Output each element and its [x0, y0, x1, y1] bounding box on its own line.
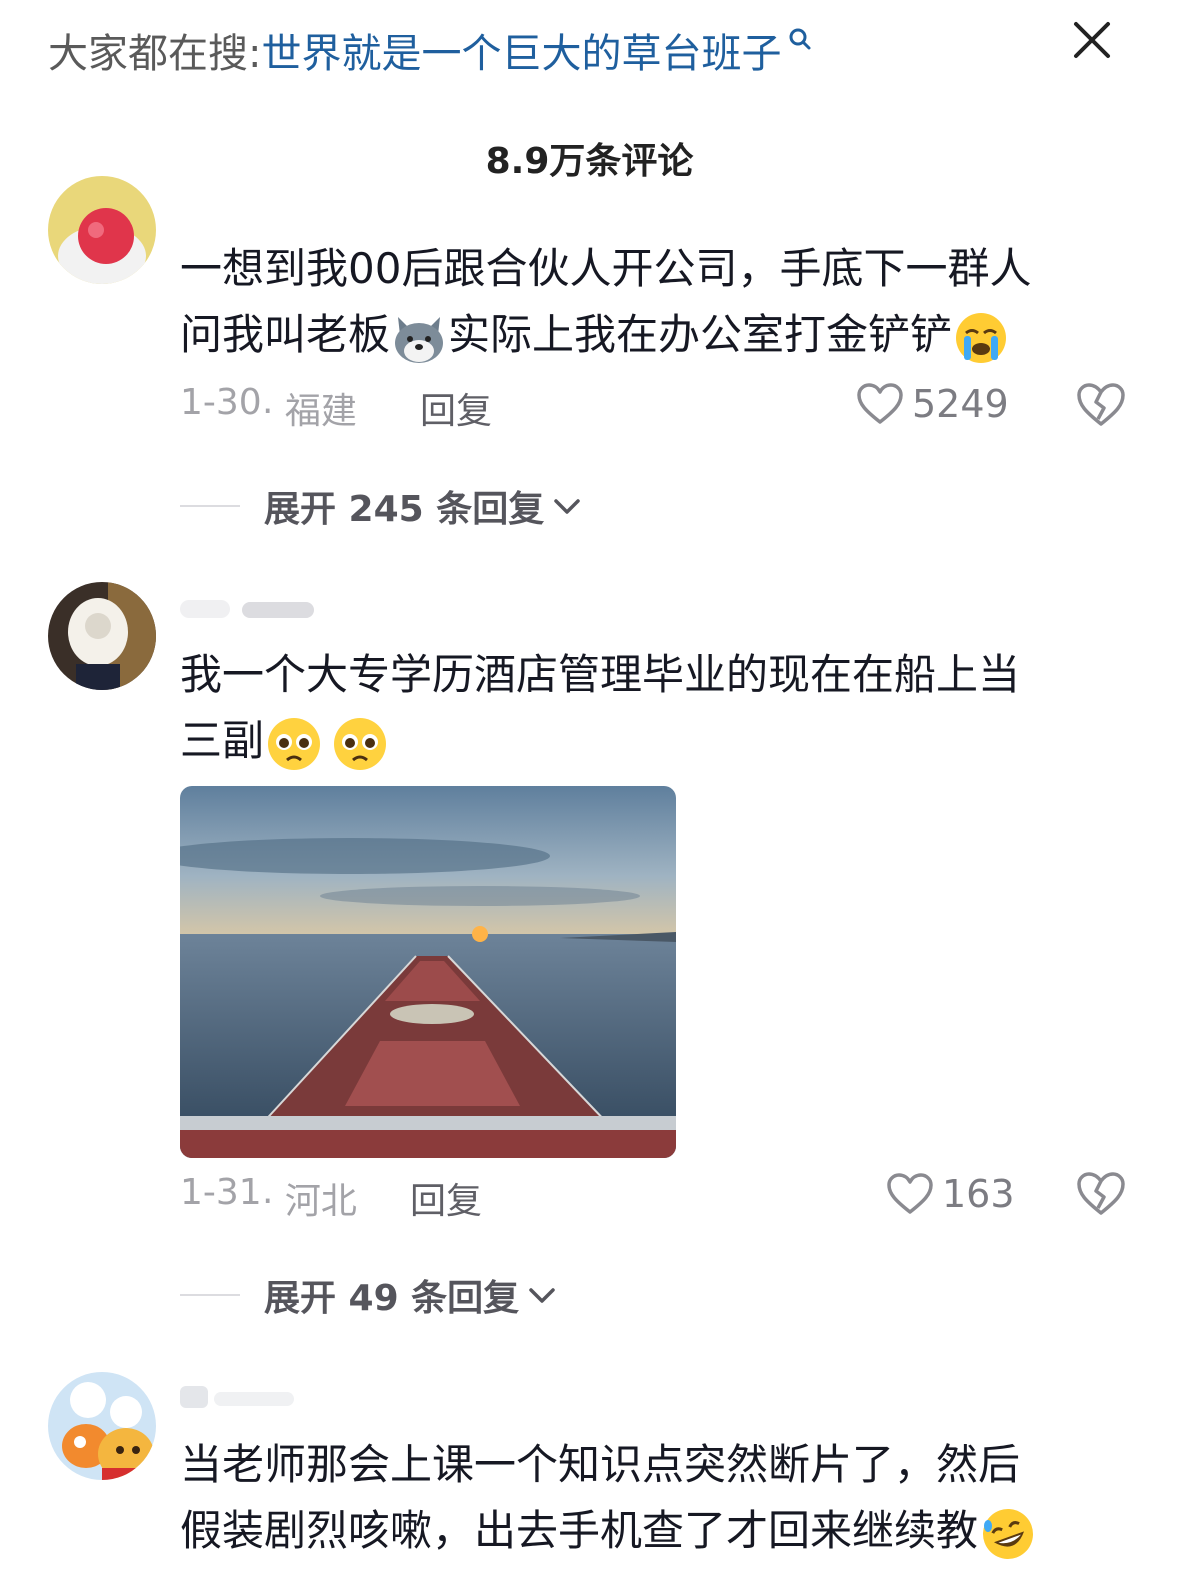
comment-location: · 河北 — [262, 1181, 357, 1222]
heart-icon — [887, 1173, 933, 1214]
suggested-search-bar[interactable]: 大家都在搜: 世界就是一个巨大的草台班子 — [48, 22, 1048, 78]
expand-replies-label: 展开 245 条回复 — [264, 489, 545, 530]
comment-text: 我一个大专学历酒店管理毕业的现在在船上当 三副 — [180, 642, 1140, 774]
username-blurred[interactable] — [180, 592, 320, 626]
comment-text: 当老师那会上课一个知识点突然断片了，然后 假装剧烈咳嗽，出去手机查了才回来继续教 — [180, 1432, 1140, 1564]
comment-text-fragment: 问我叫老板 — [180, 310, 391, 359]
comment-text-line: 假装剧烈咳嗽，出去手机查了才回来继续教 — [180, 1498, 1140, 1564]
broken-heart-icon[interactable] — [1076, 381, 1126, 429]
broken-heart-icon[interactable] — [1076, 1170, 1126, 1218]
comment-location: · 福建 — [262, 391, 357, 432]
comment-text-fragment: 三副 — [180, 716, 265, 765]
divider — [180, 1294, 240, 1296]
comment-text-line: 我一个大专学历酒店管理毕业的现在在船上当 — [180, 650, 1021, 699]
expand-replies-button[interactable]: 展开 49 条回复 — [180, 1270, 559, 1320]
ship-deck-sunset-photo[interactable] — [180, 786, 676, 1158]
like-button[interactable]: 5249 — [856, 379, 1009, 429]
chevron-down-icon — [529, 1288, 555, 1303]
reply-button[interactable]: 回复 — [420, 382, 492, 434]
search-icon[interactable] — [787, 26, 813, 52]
comment-text-fragment: 假装剧烈咳嗽，出去手机查了才回来继续教 — [180, 1506, 979, 1555]
rofl-emoji — [983, 1508, 1034, 1559]
divider — [180, 505, 240, 507]
pleading-emoji — [334, 717, 387, 770]
comment-text-line: 一想到我00后跟合伙人开公司，手底下一群人 — [180, 244, 1032, 293]
username-blurred[interactable] — [180, 1380, 320, 1414]
comment-text-line: 三副 — [180, 708, 1140, 774]
search-prefix: 大家都在搜: — [48, 31, 262, 77]
comment-text-line: 问我叫老板 实际上我在办公室打金铲铲 — [180, 302, 1140, 368]
close-icon[interactable] — [1066, 14, 1118, 66]
expand-replies-button[interactable]: 展开 245 条回复 — [180, 481, 584, 531]
suggested-search-term[interactable]: 世界就是一个巨大的草台班子 — [261, 21, 781, 79]
comment-date: 1-30 — [180, 382, 262, 423]
like-button[interactable]: 163 — [886, 1169, 1015, 1219]
comment-date: 1-31 — [180, 1172, 262, 1213]
reply-button[interactable]: 回复 — [410, 1172, 482, 1224]
chevron-down-icon — [554, 499, 580, 514]
heart-icon — [857, 383, 903, 424]
comment-text-fragment: 实际上我在办公室打金铲铲 — [448, 310, 953, 359]
comment-text-line: 当老师那会上课一个知识点突然断片了，然后 — [180, 1440, 1021, 1489]
doge-emoji — [395, 316, 444, 363]
avatar[interactable] — [48, 582, 156, 690]
like-count: 163 — [942, 1172, 1015, 1216]
expand-replies-label: 展开 49 条回复 — [264, 1278, 520, 1319]
crying-emoji — [956, 312, 1007, 363]
avatar[interactable] — [48, 1372, 156, 1480]
like-count: 5249 — [912, 382, 1009, 426]
pleading-emoji — [268, 717, 321, 770]
avatar[interactable] — [48, 176, 156, 284]
comment-count-title: 8.9万条评论 — [485, 141, 694, 182]
comment-text: 一想到我00后跟合伙人开公司，手底下一群人 问我叫老板 实际上我在办公室打金铲铲 — [180, 236, 1140, 368]
